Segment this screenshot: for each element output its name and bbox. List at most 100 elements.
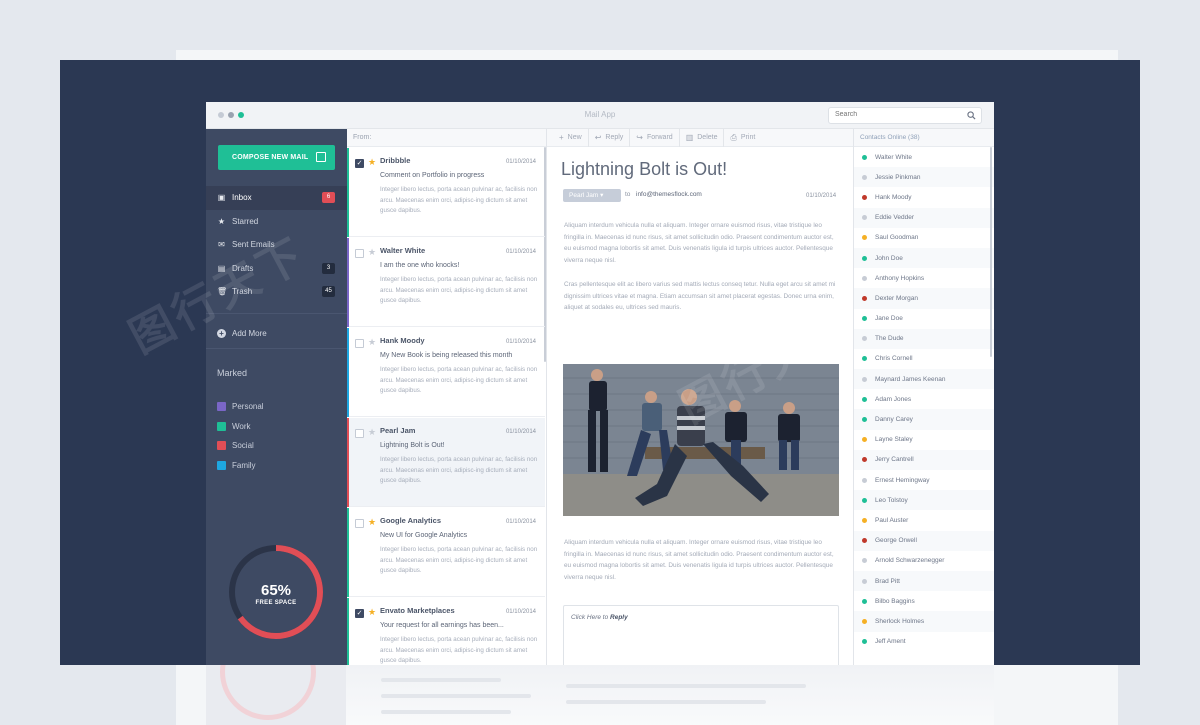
- status-dot: [862, 477, 867, 483]
- contact-item[interactable]: Layne Staley: [854, 430, 994, 450]
- contact-item[interactable]: Saul Goodman: [854, 228, 994, 248]
- contact-item[interactable]: Leo Tolstoy: [854, 490, 994, 511]
- contact-item[interactable]: Jerry Cantrell: [854, 449, 994, 470]
- new-button[interactable]: + New: [553, 128, 589, 147]
- sender-dropdown[interactable]: Pearl Jam ▾: [563, 189, 621, 202]
- contact-item[interactable]: Walter White: [854, 147, 994, 167]
- label-family[interactable]: Family: [217, 456, 264, 476]
- delete-button[interactable]: ▥ Delete: [680, 128, 725, 147]
- checkbox[interactable]: [355, 249, 364, 258]
- stage: Mail App COMPOSE NEW MAIL ▣ Inbox 6 ★: [60, 60, 1140, 665]
- label-work[interactable]: Work: [217, 417, 264, 437]
- label-text: Work: [232, 421, 251, 431]
- list-item[interactable]: ★ Walter White 01/10/2014 I am the one w…: [347, 238, 545, 327]
- contact-item[interactable]: Adam Jones: [854, 389, 994, 409]
- label-bar: [347, 418, 349, 507]
- print-button[interactable]: ⎙ Print: [724, 129, 761, 147]
- list-item[interactable]: ★ Hank Moody 01/10/2014 My New Book is b…: [347, 328, 545, 417]
- reply-icon: ↩: [594, 133, 602, 142]
- compose-button[interactable]: COMPOSE NEW MAIL: [218, 145, 335, 170]
- contact-name: Leo Tolstoy: [875, 496, 908, 504]
- contact-name: Jerry Cantrell: [875, 456, 914, 464]
- status-dot: [862, 336, 867, 342]
- contact-item[interactable]: Eddie Vedder: [854, 207, 994, 228]
- contact-name: Saul Goodman: [875, 234, 919, 242]
- contact-item[interactable]: Paul Auster: [854, 510, 994, 530]
- sidebar-item-trash[interactable]: 🗑 Trash 45: [206, 280, 347, 304]
- star-icon[interactable]: ★: [368, 247, 376, 258]
- sidebar-item-starred[interactable]: ★ Starred: [206, 210, 347, 234]
- label-text: Family: [232, 460, 256, 470]
- sidebar-item-sent[interactable]: ✉ Sent Emails: [206, 233, 347, 257]
- checkbox[interactable]: ✓: [355, 159, 364, 168]
- reply-box[interactable]: Click Here to Reply: [563, 605, 839, 665]
- recipient-email[interactable]: info@themesflock.com: [636, 191, 702, 198]
- reply-prompt: Click Here to: [571, 614, 611, 621]
- reply-link[interactable]: Reply: [610, 614, 628, 621]
- contact-item[interactable]: The Dude: [854, 328, 994, 349]
- trash-icon: ▥: [685, 133, 694, 142]
- status-dot: [862, 517, 867, 523]
- contact-item[interactable]: Anthony Hopkins: [854, 268, 994, 288]
- contact-item[interactable]: Ernest Hemingway: [854, 470, 994, 490]
- list-item[interactable]: ✓ ★ Dribbble 01/10/2014 Comment on Portf…: [347, 148, 545, 237]
- contact-item[interactable]: Arnold Schwarzenegger: [854, 551, 994, 571]
- contact-item[interactable]: Hank Moody: [854, 187, 994, 207]
- compose-label: COMPOSE NEW MAIL: [232, 154, 309, 161]
- star-icon[interactable]: ★: [368, 607, 376, 618]
- checkbox[interactable]: [355, 519, 364, 528]
- checkbox[interactable]: [355, 429, 364, 438]
- contact-item[interactable]: Brad Pitt: [854, 570, 994, 592]
- contact-name: Hank Moody: [875, 193, 912, 201]
- print-icon: ⎙: [730, 132, 737, 142]
- status-dot: [862, 618, 867, 624]
- contact-item[interactable]: Danny Carey: [854, 409, 994, 430]
- date: 01/10/2014: [505, 609, 536, 615]
- contact-name: Arnold Schwarzenegger: [875, 557, 945, 565]
- star-icon[interactable]: ★: [368, 337, 376, 348]
- reply-button[interactable]: ↩ Reply: [589, 128, 631, 147]
- star-icon[interactable]: ★: [368, 517, 376, 528]
- reading-pane: + New ↩ Reply ↪ Forward ▥ Delete ⎙ Print Ligh…: [547, 128, 853, 665]
- forward-button[interactable]: ↪ Forward: [630, 128, 680, 147]
- contact-item[interactable]: John Doe: [854, 247, 994, 269]
- search-box[interactable]: [828, 107, 982, 124]
- star-icon[interactable]: ★: [368, 427, 376, 438]
- list-item[interactable]: ★ Google Analytics 01/10/2014 New UI for…: [347, 508, 545, 597]
- sidebar-item-drafts[interactable]: ▤ Drafts 3: [206, 257, 347, 281]
- star-icon[interactable]: ★: [368, 157, 376, 168]
- contact-name: Ernest Hemingway: [875, 476, 930, 484]
- contact-name: Bilbo Baggins: [875, 597, 915, 605]
- contact-item[interactable]: Dexter Morgan: [854, 288, 994, 309]
- status-dot: [862, 235, 867, 241]
- status-dot: [862, 255, 867, 261]
- contact-item[interactable]: Jeff Ament: [854, 632, 994, 652]
- body-paragraph: Aliquam interdum vehicula nulla et aliqu…: [564, 539, 834, 581]
- trash-icon: 🗑: [217, 287, 228, 297]
- status-dot: [862, 295, 867, 301]
- sidebar-item-inbox[interactable]: ▣ Inbox 6: [206, 186, 347, 210]
- contact-item[interactable]: George Orwell: [854, 530, 994, 551]
- checkbox[interactable]: ✓: [355, 609, 364, 618]
- label-social[interactable]: Social: [217, 436, 264, 456]
- contact-item[interactable]: Chris Cornell: [854, 349, 994, 369]
- contact-item[interactable]: Jessie Pinkman: [854, 167, 994, 188]
- search-icon[interactable]: [967, 111, 976, 120]
- checkbox[interactable]: [355, 339, 364, 348]
- sidebar: COMPOSE NEW MAIL ▣ Inbox 6 ★ Starred ✉ S…: [206, 129, 347, 665]
- contact-item[interactable]: Maynard James Keenan: [854, 369, 994, 390]
- contact-item[interactable]: Jane Doe: [854, 309, 994, 329]
- add-more-button[interactable]: + Add More: [217, 329, 267, 338]
- preview: Integer libero lectus, porta acean pulvi…: [380, 546, 538, 574]
- contacts-scrollbar[interactable]: [990, 147, 992, 357]
- list-item[interactable]: ✓ ★ Envato Marketplaces 01/10/2014 Your …: [347, 598, 545, 665]
- contact-item[interactable]: Sherlock Holmes: [854, 611, 994, 632]
- label-bar: [347, 598, 349, 665]
- sender-name: Pearl Jam: [569, 192, 599, 199]
- search-input[interactable]: [835, 111, 965, 118]
- list-item-selected[interactable]: ★ Pearl Jam 01/10/2014 Lightning Bolt is…: [347, 418, 545, 507]
- message-date: 01/10/2014: [806, 193, 837, 199]
- status-dot: [862, 356, 867, 362]
- contact-item[interactable]: Bilbo Baggins: [854, 591, 994, 611]
- label-personal[interactable]: Personal: [217, 397, 264, 417]
